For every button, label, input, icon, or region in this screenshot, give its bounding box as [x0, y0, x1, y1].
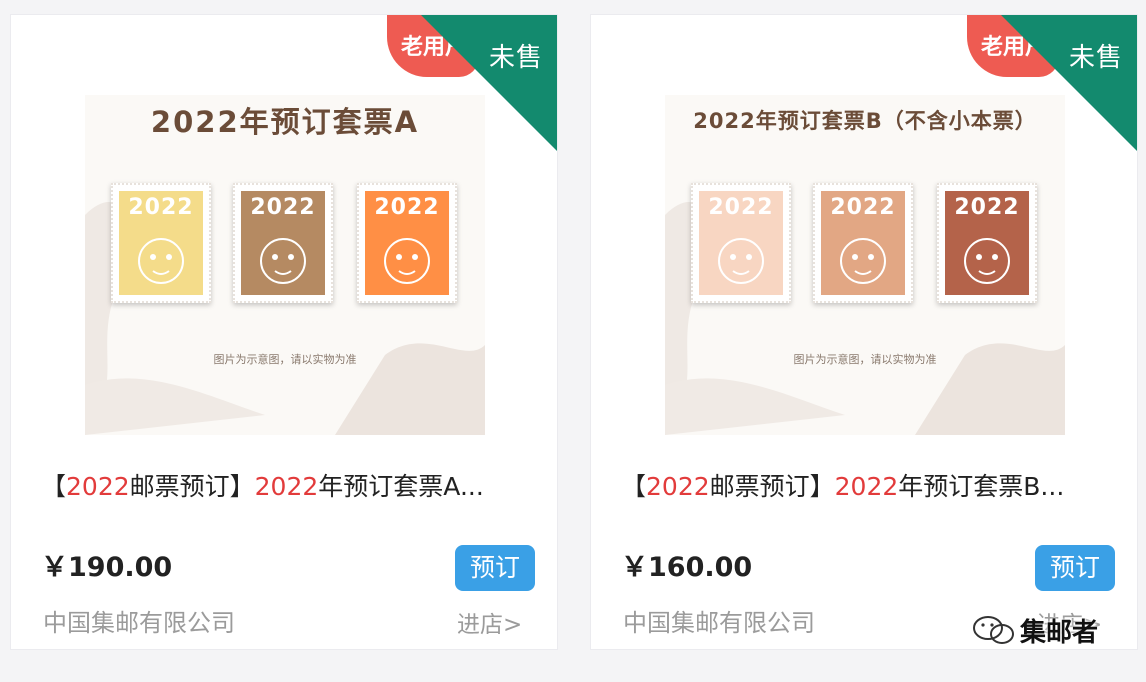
image-caption: 图片为示意图，请以实物为准 [213, 353, 357, 366]
title-bracket: 【 [621, 472, 647, 501]
price: ￥160.00 [621, 552, 753, 583]
title-tag-rest: 邮票预订】 [129, 472, 255, 501]
stamp-year: 2022 [128, 195, 194, 220]
stamp-year: 2022 [954, 195, 1020, 220]
title-year-tag: 2022 [66, 472, 130, 501]
sheet-title: 2022年预订套票B（不含小本票） [693, 109, 1037, 133]
stamp-1: 2022 [111, 183, 211, 303]
tiger-icon [718, 238, 764, 284]
price: ￥190.00 [41, 552, 173, 583]
title-year: 2022 [834, 472, 899, 501]
stamp-3: 2022 [357, 183, 457, 303]
tiger-icon [384, 238, 430, 284]
watermark-text: 集邮者 [1020, 617, 1099, 648]
stamp-year: 2022 [374, 195, 440, 220]
image-caption: 图片为示意图，请以实物为准 [793, 353, 937, 366]
seller-name[interactable]: 中国集邮有限公司 [43, 603, 235, 638]
preorder-button[interactable]: 预订 [455, 545, 535, 591]
title-tag-rest: 邮票预订】 [709, 472, 835, 501]
product-title[interactable]: 【2022邮票预订】2022年预订套票B... [621, 467, 1121, 503]
ribbon-label: 未售 [488, 43, 543, 73]
product-image[interactable]: 2022年预订套票B（不含小本票） 2022 2022 2022 图片为示意图，… [665, 95, 1065, 435]
title-bracket: 【 [41, 472, 67, 501]
product-title[interactable]: 【2022邮票预订】2022年预订套票A... [41, 467, 541, 503]
stamp-year: 2022 [708, 195, 774, 220]
wechat-icon [973, 616, 1014, 644]
ribbon-label: 未售 [1068, 43, 1123, 73]
product-card-b[interactable]: 2022年预订套票B（不含小本票） 2022 2022 2022 图片为示意图，… [590, 14, 1138, 650]
preorder-button[interactable]: 预订 [1035, 545, 1115, 591]
seller-name[interactable]: 中国集邮有限公司 [623, 603, 815, 638]
title-rest: 年预订套票A... [318, 472, 484, 501]
tiger-icon [260, 238, 306, 284]
stamp-1: 2022 [691, 183, 791, 303]
stamp-3: 2022 [937, 183, 1037, 303]
sheet-title: 2022年预订套票A [150, 105, 420, 139]
product-image[interactable]: 2022年预订套票A 2022 2022 2022 图片为示意图，请以实物为准 [85, 95, 485, 435]
watermark: 集邮者 [972, 612, 1098, 648]
enter-store-link[interactable]: 进店> [457, 605, 522, 639]
title-year: 2022 [254, 472, 319, 501]
stamp-2: 2022 [813, 183, 913, 303]
product-card-a[interactable]: 2022年预订套票A 2022 2022 2022 图片为示意图，请以实物为准 … [10, 14, 558, 650]
stamp-year: 2022 [250, 195, 316, 220]
tiger-icon [964, 238, 1010, 284]
tiger-icon [840, 238, 886, 284]
tiger-icon [138, 238, 184, 284]
stamp-year: 2022 [830, 195, 896, 220]
title-rest: 年预订套票B... [898, 472, 1065, 501]
title-year-tag: 2022 [646, 472, 710, 501]
stamp-2: 2022 [233, 183, 333, 303]
